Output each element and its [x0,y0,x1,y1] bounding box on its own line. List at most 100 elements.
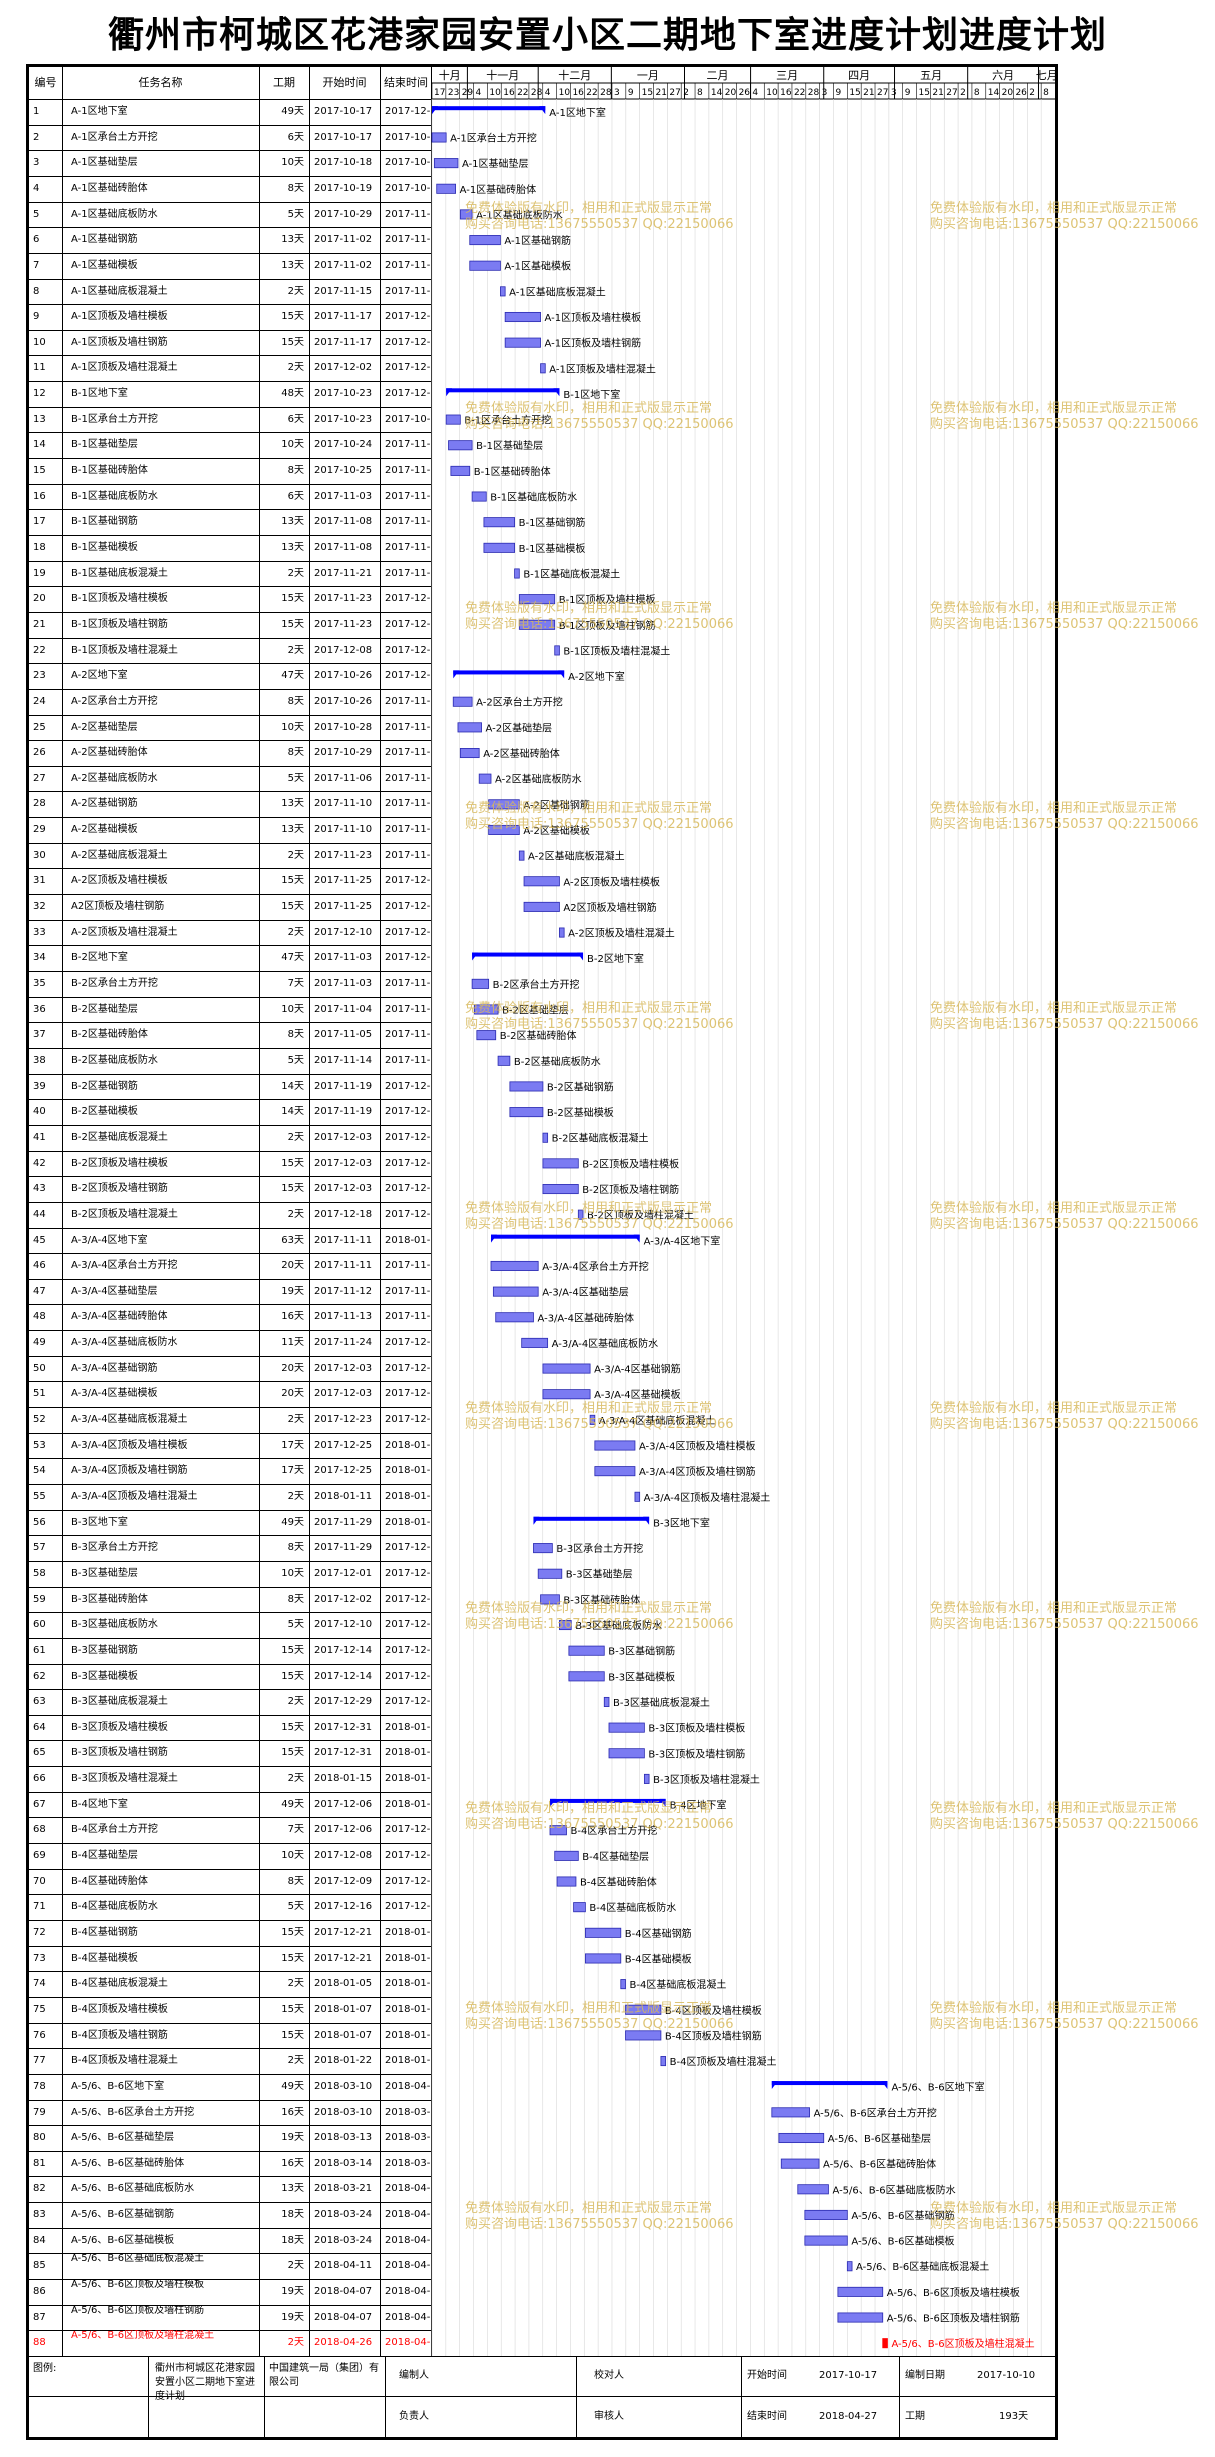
day-tick-label: 23 [448,88,459,98]
task-bar [509,1107,544,1118]
task-bar [780,2158,820,2169]
task-bar [554,1850,579,1861]
watermark-text: 免费体验版有水印，相用和正式版显示正常 [930,800,1177,816]
watermark-text: 购买咨询电话:13675550537 QQ:22150066 [465,1016,734,1032]
task-bar [452,696,473,707]
day-tick-label: 10 [489,88,501,98]
task-bar [521,1337,549,1348]
day-tick-label: 15 [642,88,653,98]
month-label: 一月 [637,69,659,82]
task-bar [523,901,560,912]
task-bar [500,286,506,297]
day-tick-label: 9 [835,88,841,98]
bar-label: A-5/6、B-6区基础底板混凝土 [856,2260,989,2273]
bar-label: A-3/A-4区顶板及墙柱钢筋 [639,1465,756,1478]
watermark-text: 免费体验版有水印，相用和正式版显示正常 [930,200,1177,216]
watermark-text: 购买咨询电话:13675550537 QQ:22150066 [465,416,734,432]
footer-border [29,2356,1055,2357]
bar-label: A-3/A-4区基础模板 [594,1388,681,1401]
footer-border [148,2356,149,2437]
task-bar [584,1927,622,1938]
bar-label: B-1区地下室 [563,388,620,401]
bar-label: B-3区基础垫层 [566,1568,633,1581]
watermark-text: 免费体验版有水印，相用和正式版显示正常 [930,1600,1177,1616]
summary-bar [432,106,546,111]
bar-label: A-3/A-4区基础垫层 [542,1286,629,1299]
task-bar [542,1158,579,1169]
day-tick-label: 3 [614,88,620,98]
watermark-text: 免费体验版有水印，相用和正式版显示正常 [930,1800,1177,1816]
footer-border [264,2356,265,2437]
day-tick-label: 4 [752,88,758,98]
watermark-text: 购买咨询电话:13675550537 QQ:22150066 [930,416,1199,432]
bar-label: B-1区基础钢筋 [519,516,586,529]
bar-label: A-5/6、B-6区地下室 [891,2081,984,2094]
task-bar [568,1671,605,1682]
day-tick-label: 17 [434,88,445,98]
task-bar [660,2056,667,2067]
month-label: 二月 [707,69,729,82]
day-tick-label: 20 [1002,88,1014,98]
bar-label: B-4区基础垫层 [582,1850,649,1863]
day-tick-label: 2 [1029,88,1035,98]
bar-label: A-3/A-4区基础钢筋 [594,1363,681,1376]
watermark-text: 免费体验版有水印，相用和正式版显示正常 [465,800,712,816]
task-bar [594,1466,636,1477]
summary-bar [533,1516,650,1521]
bar-label: B-4区基础底板混凝土 [630,1978,727,1991]
watermark-text: 免费体验版有水印，相用和正式版显示正常 [465,1600,712,1616]
watermark-text: 免费体验版有水印，相用和正式版显示正常 [465,1200,712,1216]
compiler-label: 编制人 [399,2370,429,2381]
watermark-text: 免费体验版有水印，相用和正式版显示正常 [930,1200,1177,1216]
task-bar [523,876,560,887]
task-bar [542,1363,591,1374]
owner-label: 负责人 [399,2411,429,2422]
bar-label: A-1区承台土方开挖 [450,131,537,144]
total-duration-value: 193天 [999,2411,1029,2422]
day-tick-label: 4 [476,88,482,98]
bar-label: A-3/A-4区顶板及墙柱模板 [639,1440,756,1453]
bar-label: A-2区基础底板防水 [495,773,582,786]
watermark-text: 购买咨询电话:13675550537 QQ:22150066 [465,1416,734,1432]
watermark-text: 购买咨询电话:13675550537 QQ:22150066 [465,816,734,832]
month-label: 七月 [1036,69,1058,82]
day-tick-label: 9 [905,88,911,98]
bar-label: B-3区基础钢筋 [608,1645,675,1658]
watermark-text: 免费体验版有水印，相用和正式版显示正常 [930,2200,1177,2216]
task-bar [771,2107,810,2118]
bar-label: A-2区顶板及墙柱模板 [563,875,660,888]
watermark-text: 免费体验版有水印，相用和正式版显示正常 [465,400,712,416]
watermark-text: 购买咨询电话:13675550537 QQ:22150066 [930,1416,1199,1432]
task-bar [459,748,480,759]
bar-label: A-5/6、B-6区承台土方开挖 [814,2106,937,2119]
task-bar [533,1543,553,1554]
task-bar [471,978,490,989]
day-tick-label: 28 [600,88,612,98]
bar-label: A-1区基础垫层 [462,157,529,170]
task-bar [846,2261,853,2272]
watermark-text: 购买咨询电话:13675550537 QQ:22150066 [930,216,1199,232]
gantt-chart: 十月 十一月 十二月 一月 二月 三月 四月 五月 六月 七月17 23 29 4 10 16 22 28 4 10… [431,67,1199,2356]
task-bar [483,517,515,528]
watermark-text: 购买咨询电话:13675550537 QQ:22150066 [930,1616,1199,1632]
month-label: 十月 [439,68,461,82]
watermark-text: 免费体验版有水印，相用和正式版显示正常 [465,600,712,616]
bar-label: A-3/A-4区承台土方开挖 [542,1260,649,1273]
watermark-text: 购买咨询电话:13675550537 QQ:22150066 [465,2216,734,2232]
bar-label: A-5/6、B-6区基础模板 [851,2235,954,2248]
task-bar [433,158,459,169]
day-tick-label: 26 [1015,88,1027,98]
task-bar [509,1081,544,1092]
day-tick-label: 29 [462,88,474,98]
day-tick-label: 28 [531,88,543,98]
day-tick-label: 21 [932,88,943,98]
month-label: 六月 [992,69,1014,82]
footer: 图例: 衢州市柯城区花港家园安置小区二期地下室进度计划 中国建筑一局（集团）有限… [29,2356,1055,2437]
footer-border [741,2356,742,2437]
day-tick-label: 15 [849,88,860,98]
task-bar [554,645,560,656]
task-bar [445,414,461,425]
watermark-text: 购买咨询电话:13675550537 QQ:22150066 [930,1216,1199,1232]
start-label: 开始时间 [747,2370,787,2381]
bar-label: A-2区基础底板混凝土 [528,850,625,863]
